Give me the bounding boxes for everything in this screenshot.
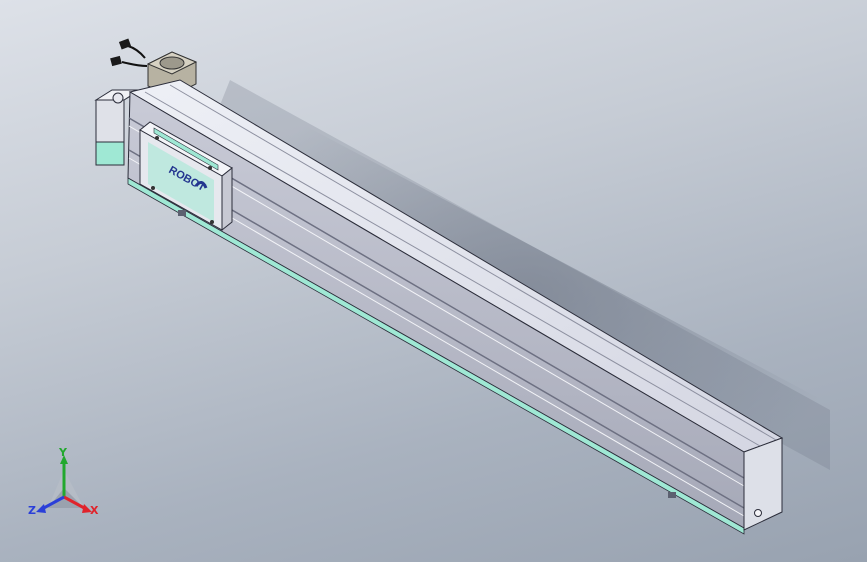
- y-axis-label: Y: [58, 446, 68, 459]
- 3d-viewport[interactable]: ROBOT Y X Z: [0, 0, 867, 562]
- cable-connectors[interactable]: [110, 38, 148, 67]
- rail-body[interactable]: [127, 79, 784, 535]
- model-scene[interactable]: ROBOT Y X Z: [0, 0, 867, 562]
- z-axis-label: Z: [28, 504, 36, 517]
- view-orientation-triad[interactable]: Y X Z: [28, 446, 99, 517]
- x-axis-label: X: [90, 504, 99, 517]
